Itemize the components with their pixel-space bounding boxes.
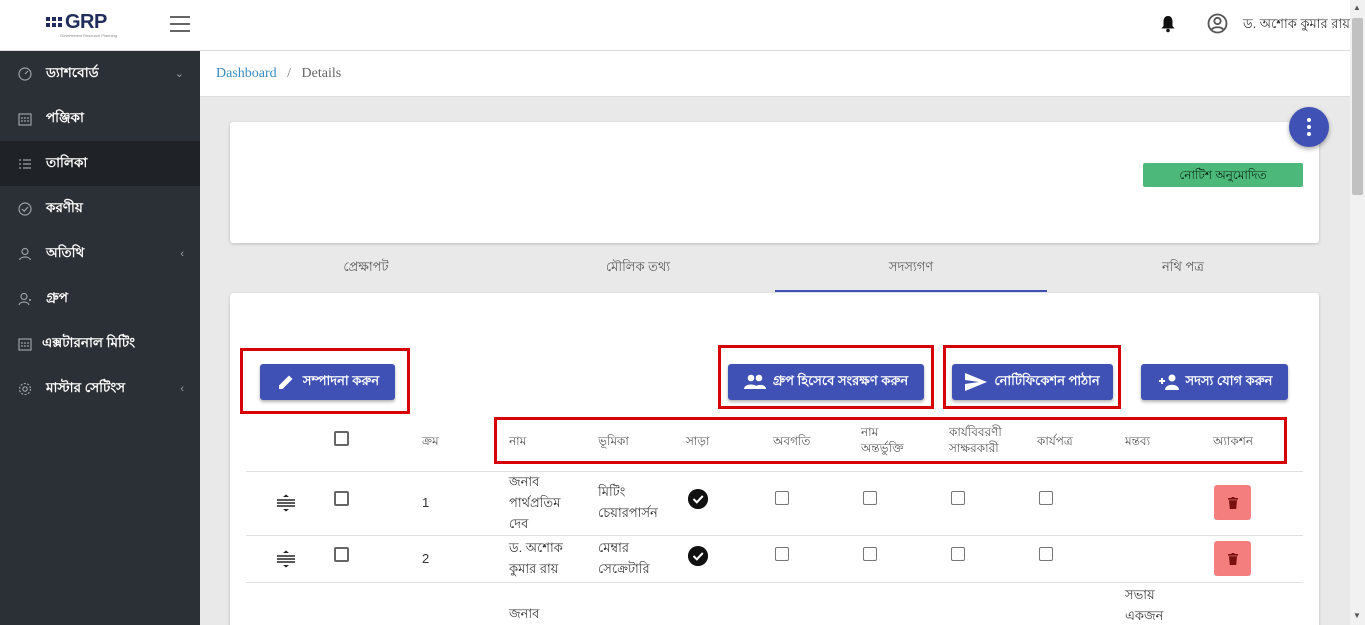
sidebar-item-guest[interactable]: অতিথি ‹: [0, 231, 200, 276]
breadcrumb-dashboard-link[interactable]: Dashboard: [216, 66, 277, 81]
sidebar-item-label: অতিথি: [46, 245, 85, 260]
gauge-icon: [17, 66, 33, 82]
sidebar-item-list[interactable]: তালিকা: [0, 141, 200, 186]
worksheet-checkbox[interactable]: [1039, 491, 1053, 505]
sidebar-item-label: পঞ্জিকা: [46, 110, 84, 125]
bell-icon[interactable]: [1160, 15, 1176, 33]
sidebar-item-todo[interactable]: করণীয়: [0, 186, 200, 231]
delete-row-button[interactable]: [1214, 541, 1251, 576]
top-header: GRP Government Resource Planning ড. অশোক…: [0, 0, 1350, 51]
user-name[interactable]: ড. অশোক কুমার রায়: [1243, 15, 1350, 36]
list-icon: [17, 156, 33, 172]
informed-checkbox[interactable]: [775, 491, 789, 505]
row-checkbox[interactable]: [334, 491, 349, 506]
calendar-icon: [17, 111, 33, 127]
meeting-info-card: নোটিশ অনুমোদিত: [230, 122, 1319, 243]
logo-subtext: Government Resource Planning: [60, 33, 117, 38]
detail-tabs: প্রেক্ষাপট মৌলিক তথ্য সদস্যগণ নথি পত্র: [230, 252, 1319, 292]
column-header-serial: ক্রম: [422, 434, 439, 448]
chevron-left-icon: ‹: [180, 382, 184, 395]
name-inclusion-checkbox[interactable]: [863, 491, 877, 505]
minutes-signatory-checkbox[interactable]: [951, 547, 965, 561]
user-avatar-icon[interactable]: [1207, 13, 1228, 34]
sidebar-item-label: মাস্টার সেটিংস: [46, 380, 126, 395]
row-comment: সভায় একজন: [1125, 587, 1164, 623]
name-inclusion-checkbox[interactable]: [863, 547, 877, 561]
scroll-up-arrow-icon[interactable]: ▲: [1353, 3, 1361, 12]
scroll-down-arrow-icon[interactable]: ▼: [1353, 611, 1361, 620]
minutes-signatory-checkbox[interactable]: [951, 491, 965, 505]
group-icon: [17, 291, 33, 307]
highlight-box: [494, 417, 1287, 464]
breadcrumb-current: Details: [301, 66, 342, 81]
drag-handle-icon[interactable]: [276, 494, 296, 512]
sidebar-item-label: গ্রুপ: [46, 290, 68, 305]
add-member-button[interactable]: সদস্য যোগ করুন: [1141, 364, 1288, 400]
row-role: মেম্বার সেক্রেটারি: [598, 540, 650, 576]
chevron-left-icon: ‹: [180, 247, 184, 260]
sidebar-item-dashboard[interactable]: ড্যাশবোর্ড ⌄: [0, 51, 200, 96]
check-circle-icon: [688, 489, 708, 509]
row-divider: [246, 471, 1303, 472]
breadcrumb-bar: Dashboard / Details: [200, 51, 1350, 97]
calendar-icon: [17, 336, 33, 352]
sidebar-item-master-settings[interactable]: মাস্টার সেটিংস ‹: [0, 366, 200, 411]
check-circle-icon: [688, 546, 708, 566]
sidebar-item-label: তালিকা: [46, 155, 88, 170]
breadcrumb-separator: /: [287, 66, 292, 81]
row-name: ড. অশোক কুমার রায়: [509, 540, 563, 576]
sidebar-item-external-meeting[interactable]: এক্সটারনাল মিটিং: [0, 321, 200, 366]
dot-icon: [1307, 118, 1311, 122]
row-serial: 1: [422, 495, 430, 510]
highlight-box: [943, 345, 1121, 409]
tab-basic-info[interactable]: মৌলিক তথ্য: [502, 252, 774, 292]
sidebar-item-label: ড্যাশবোর্ড: [46, 65, 99, 80]
sidebar-item-label: করণীয়: [46, 200, 83, 215]
trash-icon: [1227, 552, 1238, 565]
vertical-scrollbar[interactable]: ▲ ▼: [1350, 0, 1365, 625]
gear-icon: [17, 381, 33, 397]
row-name: জনাব পার্থপ্রতিম দেব: [509, 474, 561, 531]
tab-members[interactable]: সদস্যগণ: [775, 252, 1047, 292]
sidebar-item-calendar[interactable]: পঞ্জিকা: [0, 96, 200, 141]
breadcrumb: Dashboard / Details: [216, 66, 341, 82]
scrollbar-thumb[interactable]: [1352, 18, 1363, 195]
tab-background[interactable]: প্রেক্ষাপট: [230, 252, 502, 292]
sidebar-item-label: এক্সটারনাল মিটিং: [42, 335, 136, 350]
row-divider: [246, 535, 1303, 536]
row-role: মিটিং চেয়ারপার্সন: [598, 484, 658, 520]
highlight-box: [718, 345, 934, 409]
chevron-down-icon: ⌄: [174, 68, 184, 80]
add-member-label: সদস্য যোগ করুন: [1185, 372, 1273, 388]
delete-row-button[interactable]: [1214, 485, 1251, 520]
row-divider: [246, 582, 1303, 583]
highlight-box: [240, 348, 410, 414]
row-name: জনাব: [509, 606, 540, 621]
sidebar-item-group[interactable]: গ্রুপ: [0, 276, 200, 321]
row-checkbox[interactable]: [334, 547, 349, 562]
more-options-fab[interactable]: [1289, 107, 1329, 147]
worksheet-checkbox[interactable]: [1039, 547, 1053, 561]
sidebar: ড্যাশবোর্ড ⌄ পঞ্জিকা তালিকা করণীয় অতিথি…: [0, 51, 200, 625]
hamburger-menu-icon[interactable]: [170, 16, 190, 32]
dot-icon: [1307, 132, 1311, 136]
add-user-icon: [1158, 374, 1179, 390]
grp-logo[interactable]: GRP Government Resource Planning: [46, 11, 117, 38]
check-circle-icon: [17, 201, 33, 217]
informed-checkbox[interactable]: [775, 547, 789, 561]
select-all-checkbox[interactable]: [334, 431, 349, 446]
user-icon: [17, 246, 33, 262]
trash-icon: [1227, 496, 1238, 509]
dot-icon: [1307, 125, 1311, 129]
drag-handle-icon[interactable]: [276, 550, 296, 568]
row-serial: 2: [422, 551, 430, 566]
logo-text: GRP: [65, 11, 107, 33]
notice-approved-badge: নোটিশ অনুমোদিত: [1143, 163, 1303, 187]
tab-documents[interactable]: নথি পত্র: [1047, 252, 1319, 292]
logo-dots-icon: [46, 17, 62, 27]
